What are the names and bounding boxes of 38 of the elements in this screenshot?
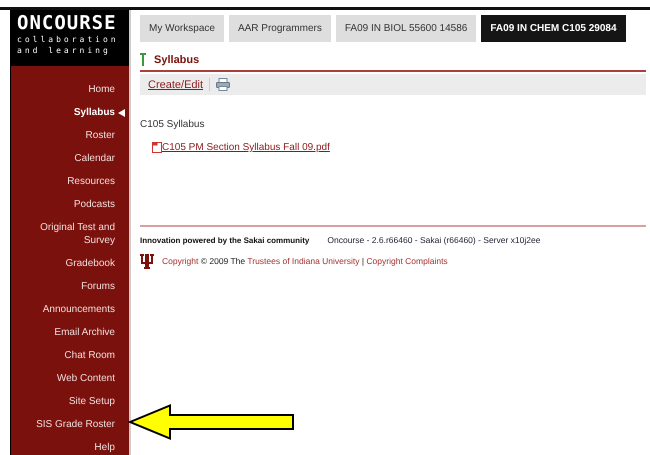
sidebar-item[interactable]: Web Content (15, 367, 115, 390)
powered-by-text: Innovation powered by the Sakai community (140, 236, 310, 244)
footer-link[interactable]: Copyright (162, 256, 198, 266)
tool-title: Syllabus (154, 54, 200, 66)
trident-logo-icon (140, 253, 154, 269)
sidebar-item[interactable]: Roster (15, 124, 115, 147)
sidebar-item[interactable]: Chat Room (15, 344, 115, 367)
footer-link[interactable]: Copyright Complaints (366, 256, 448, 266)
sidebar-item[interactable]: Email Archive (15, 321, 115, 344)
sidebar-item[interactable]: Original Test and Survey (15, 216, 115, 252)
section-heading: C105 Syllabus (140, 119, 206, 130)
sidebar-item[interactable]: Syllabus (15, 101, 115, 124)
reset-icon[interactable] (140, 53, 146, 66)
pointer-icon (118, 108, 125, 116)
logo-title: ONCOURSE (17, 12, 118, 34)
logo-tagline: collaboration (17, 34, 119, 45)
site-tab[interactable]: AAR Programmers (228, 15, 331, 42)
server-info: Oncourse - 2.6.r66460 - Sakai (r66460) - Server x10j2ee (327, 235, 540, 245)
sidebar-item[interactable]: Help (15, 436, 115, 455)
sidebar-item[interactable]: Podcasts (15, 193, 115, 216)
copyright-text: Copyright © 2009 The Trustees of Indiana University | Copyright Complaints (162, 256, 448, 266)
file-link[interactable]: C105 PM Section Syllabus Fall 09.pdf (162, 142, 330, 153)
site-tab[interactable]: FA09 IN BIOL 55600 14586 (336, 15, 476, 42)
sidebar-item[interactable]: Home (15, 78, 115, 101)
create-edit-link[interactable]: Create/Edit (148, 78, 204, 90)
sidebar-item[interactable]: SIS Grade Roster (15, 413, 115, 436)
sidebar-item[interactable]: Forums (15, 275, 115, 298)
site-tab[interactable]: FA09 IN CHEM C105 29084 (481, 15, 626, 42)
site-tab[interactable]: My Workspace (140, 15, 224, 42)
sidebar-item[interactable]: Resources (15, 170, 115, 193)
sidebar-item[interactable]: Site Setup (15, 390, 115, 413)
sidebar-item[interactable]: Gradebook (15, 252, 115, 275)
pdf-file-icon (152, 142, 162, 153)
sidebar-item[interactable]: Calendar (15, 147, 115, 170)
printer-icon[interactable] (216, 78, 230, 91)
sidebar-item[interactable]: Announcements (15, 298, 115, 321)
logo-tagline: and learning (17, 45, 111, 56)
footer-link[interactable]: Trustees of Indiana University (247, 256, 360, 266)
